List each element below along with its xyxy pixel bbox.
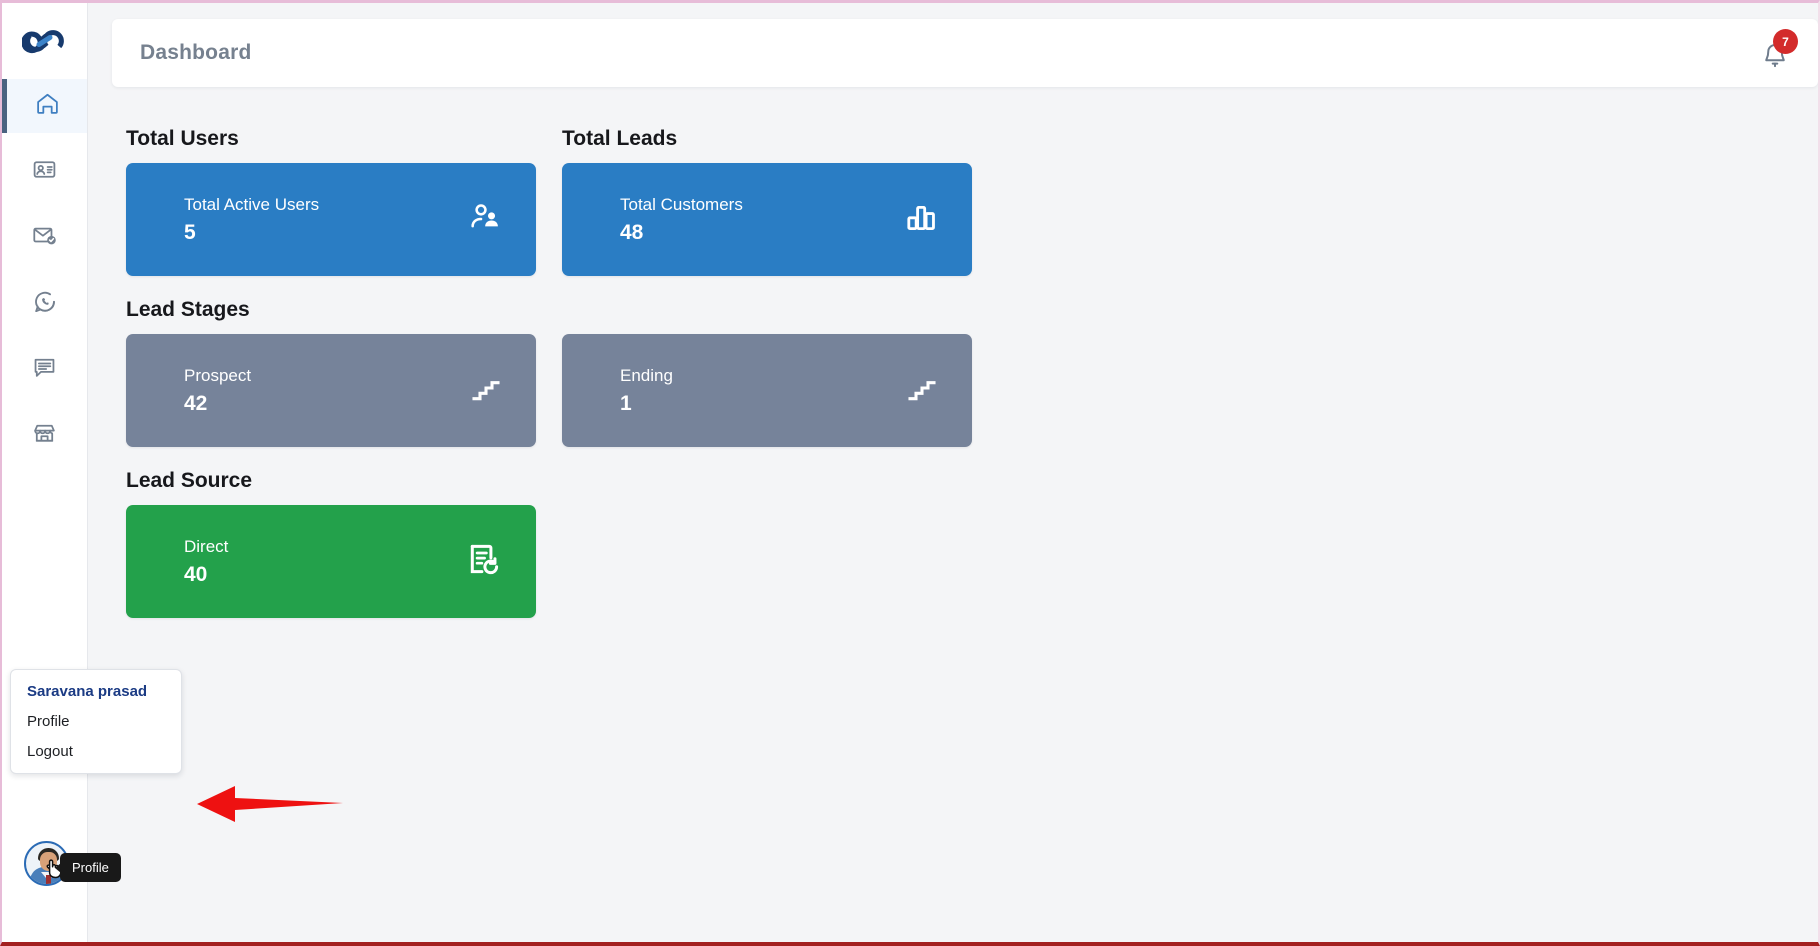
card-ending[interactable]: Ending 1	[562, 334, 972, 447]
card-text: Total Active Users 5	[184, 192, 319, 247]
sidebar-item-messages[interactable]	[2, 343, 87, 397]
section-lead-source: Lead Source Direct 40	[126, 469, 1818, 618]
stairs-icon	[470, 372, 502, 409]
infinity-links-logo-icon	[21, 30, 64, 54]
home-icon	[35, 91, 60, 121]
section-total-leads: Total Leads Total Customers 48	[562, 127, 972, 276]
card-value: 5	[184, 220, 196, 244]
section-title-lead-stages: Lead Stages	[126, 298, 250, 321]
sidebar	[2, 3, 88, 942]
card-value: 48	[620, 220, 644, 244]
card-value: 1	[620, 391, 632, 415]
card-label: Prospect	[184, 366, 252, 386]
whatsapp-icon	[32, 289, 58, 320]
main-content: Total Users Total Active Users 5 Total L…	[88, 99, 1818, 942]
document-history-icon	[466, 541, 502, 582]
bar-chart-icon	[904, 200, 938, 239]
notification-bell-button[interactable]: 7	[1756, 29, 1798, 73]
email-verified-icon	[32, 223, 57, 253]
section-total-users: Total Users Total Active Users 5	[126, 127, 536, 276]
section-title-lead-source: Lead Source	[126, 469, 253, 492]
card-label: Total Customers	[620, 195, 743, 215]
section-row-top: Total Users Total Active Users 5 Total L…	[126, 127, 1818, 276]
sidebar-item-store[interactable]	[2, 409, 87, 463]
section-title-total-leads: Total Leads	[562, 127, 678, 150]
avatar-tooltip: Profile	[55, 853, 121, 882]
sidebar-item-whatsapp[interactable]	[2, 277, 87, 331]
lead-source-cards: Direct 40	[126, 505, 1818, 618]
card-label: Ending	[620, 366, 673, 386]
contact-card-icon	[32, 157, 57, 187]
sidebar-item-contacts[interactable]	[2, 145, 87, 199]
section-title-total-users: Total Users	[126, 127, 239, 150]
profile-menu-username: Saravana prasad	[27, 683, 148, 700]
card-total-customers[interactable]: Total Customers 48	[562, 163, 972, 276]
stairs-icon	[906, 372, 938, 409]
card-value: 42	[184, 391, 208, 415]
app-root: Dashboard 7 Total Users Total Active Use…	[0, 0, 1820, 946]
card-text: Direct 40	[184, 534, 228, 589]
card-prospect[interactable]: Prospect 42	[126, 334, 536, 447]
profile-menu-item-profile[interactable]: Profile	[27, 713, 181, 730]
chat-message-icon	[32, 355, 57, 385]
profile-menu-item-logout[interactable]: Logout	[27, 743, 181, 760]
lead-stage-cards: Prospect 42 Ending 1	[126, 334, 1818, 447]
card-label: Total Active Users	[184, 195, 320, 215]
card-label: Direct	[184, 537, 229, 557]
notification-count-badge: 7	[1773, 29, 1798, 54]
users-icon	[468, 200, 502, 239]
app-logo[interactable]	[2, 3, 87, 79]
sidebar-nav	[2, 79, 87, 463]
profile-menu: Saravana prasad Profile Logout	[10, 669, 182, 774]
avatar-tie	[46, 875, 51, 884]
page-header: Dashboard 7	[112, 19, 1818, 87]
section-lead-stages: Lead Stages Prospect 42 Ending 1	[126, 298, 1818, 447]
card-direct[interactable]: Direct 40	[126, 505, 536, 618]
card-text: Total Customers 48	[620, 192, 743, 247]
page-title: Dashboard	[140, 41, 252, 64]
card-text: Prospect 42	[184, 363, 251, 418]
sidebar-item-email[interactable]	[2, 211, 87, 265]
sidebar-item-dashboard[interactable]	[2, 79, 87, 133]
card-total-active-users[interactable]: Total Active Users 5	[126, 163, 536, 276]
card-value: 40	[184, 562, 208, 586]
store-icon	[32, 421, 57, 451]
card-text: Ending 1	[620, 363, 673, 418]
